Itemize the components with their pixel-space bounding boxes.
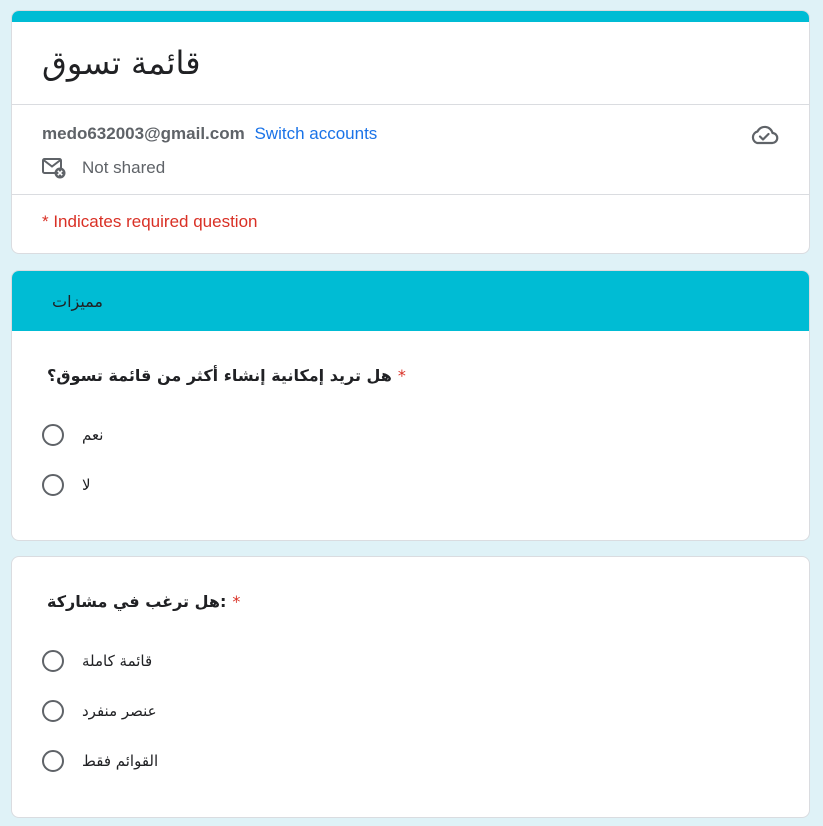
question-2-option-3[interactable]: القوائم فقط [42, 747, 158, 775]
form-header-card: قائمة تسوق medo632003@gmail.com Switch a… [11, 10, 810, 254]
radio-button[interactable] [42, 474, 64, 496]
switch-accounts-link[interactable]: Switch accounts [254, 124, 377, 143]
question-2-title: هل ترغب في مشاركة: * [47, 592, 240, 611]
account-line: medo632003@gmail.com Switch accounts [42, 123, 377, 145]
section-card: مميزات هل تريد إمكانية إنشاء أكثر من قائ… [11, 270, 810, 541]
radio-button[interactable] [42, 650, 64, 672]
share-status-text: Not shared [82, 158, 166, 177]
option-label: قائمة كاملة [82, 652, 153, 670]
header-accent-bar [12, 11, 809, 22]
radio-button[interactable] [42, 700, 64, 722]
form-title: قائمة تسوق [42, 44, 201, 82]
radio-button[interactable] [42, 424, 64, 446]
question-2-option-2[interactable]: عنصر منفرد [42, 697, 157, 725]
section-title: مميزات [12, 271, 809, 331]
question-1-option-1[interactable]: نعم [42, 421, 103, 449]
question-2-text: هل ترغب في مشاركة: [47, 592, 227, 611]
question-2-card: هل ترغب في مشاركة: * قائمة كاملة عنصر منف… [11, 556, 810, 818]
option-label: لا [82, 476, 91, 494]
required-note: * Indicates required question [42, 212, 258, 231]
question-1-option-2[interactable]: لا [42, 471, 91, 499]
header-divider-2 [12, 194, 809, 195]
option-label: القوائم فقط [82, 752, 159, 770]
option-label: عنصر منفرد [82, 702, 157, 720]
question-1-text: هل تريد إمكانية إنشاء أكثر من قائمة تسوق… [47, 366, 392, 385]
header-divider [12, 104, 809, 105]
mail-not-shared-icon [42, 158, 66, 179]
required-star: * [232, 592, 241, 611]
question-2-option-1[interactable]: قائمة كاملة [42, 647, 152, 675]
required-star: * [397, 366, 406, 385]
option-label: نعم [82, 426, 104, 444]
cloud-check-icon[interactable] [749, 123, 779, 147]
account-email: medo632003@gmail.com [42, 124, 245, 143]
share-status: Not shared [42, 157, 165, 179]
radio-button[interactable] [42, 750, 64, 772]
question-1-title: هل تريد إمكانية إنشاء أكثر من قائمة تسوق… [47, 366, 406, 385]
